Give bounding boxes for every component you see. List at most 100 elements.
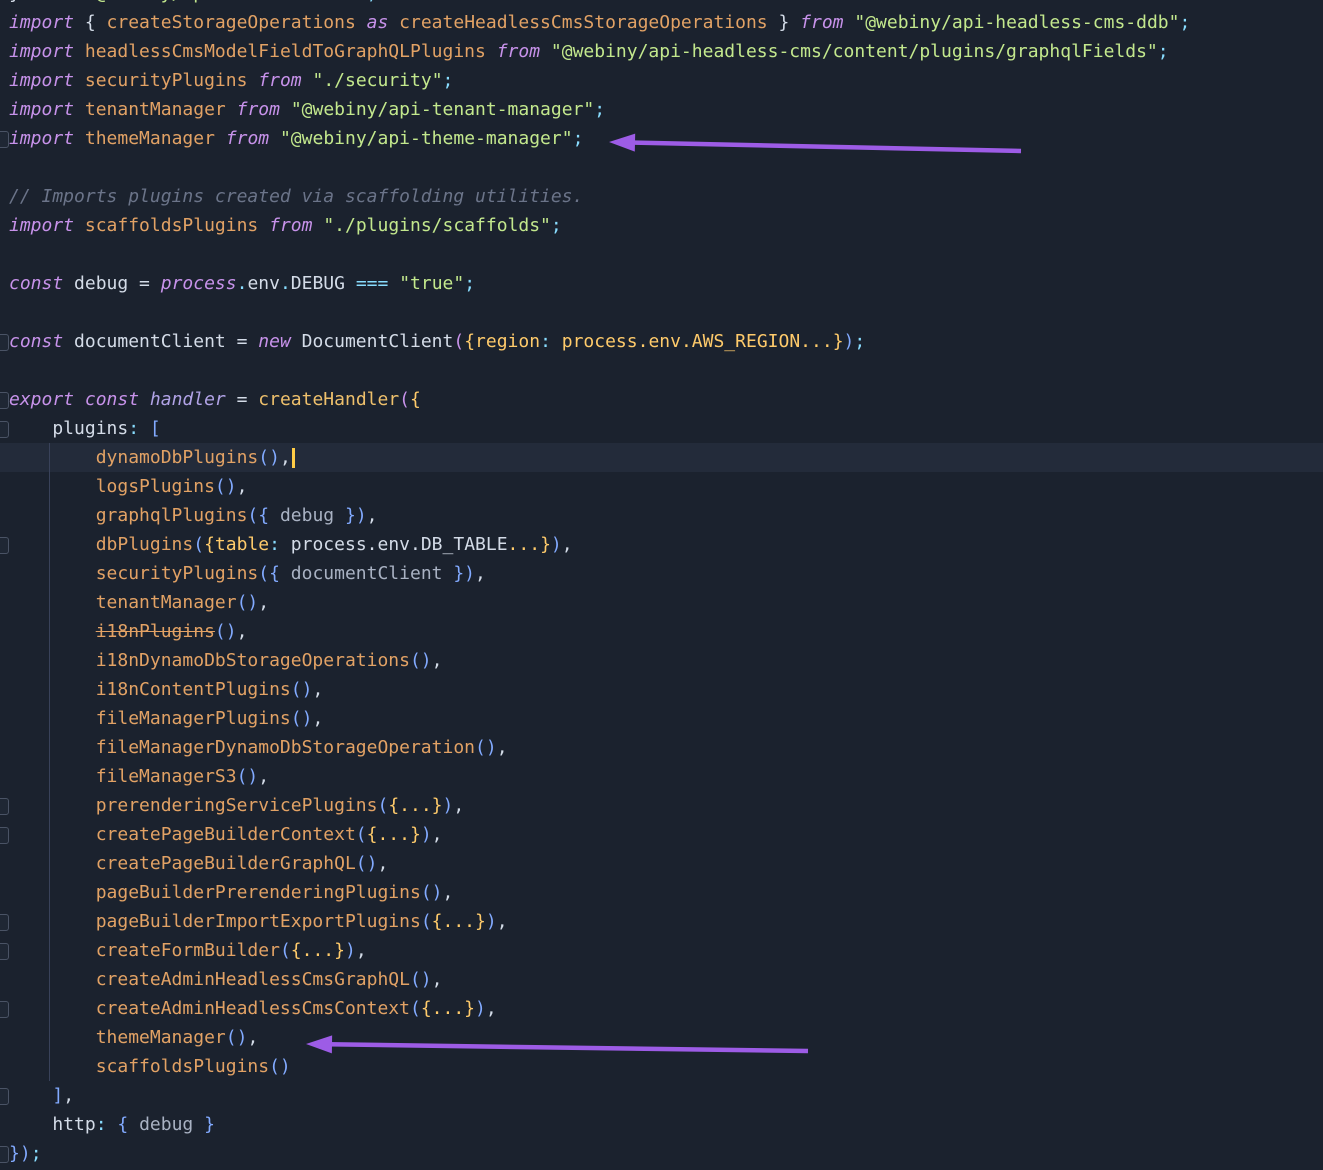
code-token: . <box>280 273 291 294</box>
code-line[interactable]: import securityPlugins from "./security"… <box>0 66 1323 95</box>
code-token: , <box>432 969 443 990</box>
code-line[interactable]: import { createStorageOperations as crea… <box>0 8 1323 37</box>
code-line[interactable]: createAdminHeadlessCmsGraphQL(), <box>0 965 1323 994</box>
code-line[interactable]: fileManagerPlugins(), <box>0 704 1323 733</box>
code-token: table <box>215 534 269 555</box>
code-line[interactable]: i18nContentPlugins(), <box>0 675 1323 704</box>
code-line[interactable] <box>0 153 1323 182</box>
code-line[interactable]: securityPlugins({ documentClient }), <box>0 559 1323 588</box>
code-line[interactable]: createPageBuilderContext({...}), <box>0 820 1323 849</box>
code-token: "./plugins/scaffolds" <box>323 215 551 236</box>
fold-marker[interactable] <box>0 943 9 960</box>
code-token: { <box>204 534 215 555</box>
code-line[interactable]: const documentClient = new DocumentClien… <box>0 327 1323 356</box>
code-token: } <box>9 1143 20 1164</box>
code-line[interactable]: pageBuilderPrerenderingPlugins(), <box>0 878 1323 907</box>
code-line[interactable]: i18nDynamoDbStorageOperations(), <box>0 646 1323 675</box>
code-line[interactable]: createFormBuilder({...}), <box>0 936 1323 965</box>
code-line[interactable] <box>0 298 1323 327</box>
code-token <box>312 215 323 236</box>
code-line[interactable]: dbPlugins({table: process.env.DB_TABLE..… <box>0 530 1323 559</box>
fold-marker[interactable] <box>0 798 9 815</box>
fold-marker[interactable] <box>0 334 9 351</box>
code-token: {...} <box>388 795 442 816</box>
code-line[interactable]: http: { debug } <box>0 1110 1323 1139</box>
code-line[interactable]: export const handler = createHandler({ <box>0 385 1323 414</box>
code-token <box>291 331 302 352</box>
code-token: , <box>247 1027 258 1048</box>
code-token: [ <box>150 418 161 439</box>
fold-marker[interactable] <box>0 827 9 844</box>
code-line[interactable]: import scaffoldsPlugins from "./plugins/… <box>0 211 1323 240</box>
code-token <box>269 128 280 149</box>
text-cursor <box>292 448 295 468</box>
fold-marker[interactable] <box>0 1001 9 1018</box>
code-token: ; <box>854 331 865 352</box>
code-line[interactable]: themeManager(), <box>0 1023 1323 1052</box>
code-line[interactable] <box>0 356 1323 385</box>
code-token: ; <box>443 70 454 91</box>
code-token: ) <box>421 824 432 845</box>
code-line[interactable]: tenantManager(), <box>0 588 1323 617</box>
code-editor[interactable]: } from "@webiny/api-headless-cms";import… <box>0 0 1323 1170</box>
code-line[interactable]: } from "@webiny/api-headless-cms"; <box>0 0 1323 8</box>
code-line[interactable]: pageBuilderImportExportPlugins({...}), <box>0 907 1323 936</box>
code-token: = <box>226 389 259 410</box>
code-token: debug <box>128 1114 204 1135</box>
code-line[interactable]: const debug = process.env.DEBUG === "tru… <box>0 269 1323 298</box>
code-token: ( <box>377 795 388 816</box>
code-token: themeManager <box>9 1027 226 1048</box>
indent-guide <box>49 443 50 1081</box>
code-token: , <box>367 505 378 526</box>
code-token: ( <box>421 911 432 932</box>
code-line[interactable]: ], <box>0 1081 1323 1110</box>
fold-marker[interactable] <box>0 914 9 931</box>
code-token: ) <box>844 331 855 352</box>
code-line[interactable]: // Imports plugins created via scaffoldi… <box>0 182 1323 211</box>
fold-marker[interactable] <box>0 392 9 409</box>
code-token: , <box>258 592 269 613</box>
fold-marker[interactable] <box>0 421 9 438</box>
code-token <box>280 99 291 120</box>
code-line[interactable] <box>0 240 1323 269</box>
code-token: () <box>475 737 497 758</box>
code-line[interactable]: scaffoldsPlugins() <box>0 1052 1323 1081</box>
code-token: createPageBuilderContext <box>9 824 356 845</box>
code-line[interactable]: import headlessCmsModelFieldToGraphQLPlu… <box>0 37 1323 66</box>
code-token: new <box>258 331 291 352</box>
code-line[interactable]: plugins: [ <box>0 414 1323 443</box>
code-token: themeManager <box>85 128 215 149</box>
code-token: , <box>312 679 323 700</box>
code-line[interactable]: import tenantManager from "@webiny/api-t… <box>0 95 1323 124</box>
code-line[interactable]: i18nPlugins(), <box>0 617 1323 646</box>
code-token: import <box>9 70 74 91</box>
code-line[interactable]: createAdminHeadlessCmsContext({...}), <box>0 994 1323 1023</box>
code-token: : <box>540 331 551 352</box>
code-line[interactable]: fileManagerDynamoDbStorageOperation(), <box>0 733 1323 762</box>
code-token: ) <box>551 534 562 555</box>
code-token: , <box>486 998 497 1019</box>
code-line[interactable]: import themeManager from "@webiny/api-th… <box>0 124 1323 153</box>
code-token <box>74 389 85 410</box>
code-token: , <box>63 1085 74 1106</box>
code-token <box>356 12 367 33</box>
fold-marker[interactable] <box>0 1146 9 1163</box>
code-token <box>844 12 855 33</box>
code-token: { <box>464 331 475 352</box>
fold-marker[interactable] <box>0 1088 9 1105</box>
code-line[interactable]: logsPlugins(), <box>0 472 1323 501</box>
code-token: { <box>410 389 421 410</box>
code-token: createHandler <box>258 389 399 410</box>
code-token: import <box>9 41 74 62</box>
code-line[interactable]: }); <box>0 1139 1323 1168</box>
code-line[interactable]: prerenderingServicePlugins({...}), <box>0 791 1323 820</box>
code-lines: } from "@webiny/api-headless-cms";import… <box>0 0 1323 1168</box>
code-line[interactable]: dynamoDbPlugins(), <box>0 443 1323 472</box>
code-token: debug = <box>63 273 161 294</box>
code-line[interactable]: createPageBuilderGraphQL(), <box>0 849 1323 878</box>
code-token: ( <box>193 534 204 555</box>
code-line[interactable]: fileManagerS3(), <box>0 762 1323 791</box>
fold-marker[interactable] <box>0 537 9 554</box>
fold-marker[interactable] <box>0 131 9 148</box>
code-line[interactable]: graphqlPlugins({ debug }), <box>0 501 1323 530</box>
